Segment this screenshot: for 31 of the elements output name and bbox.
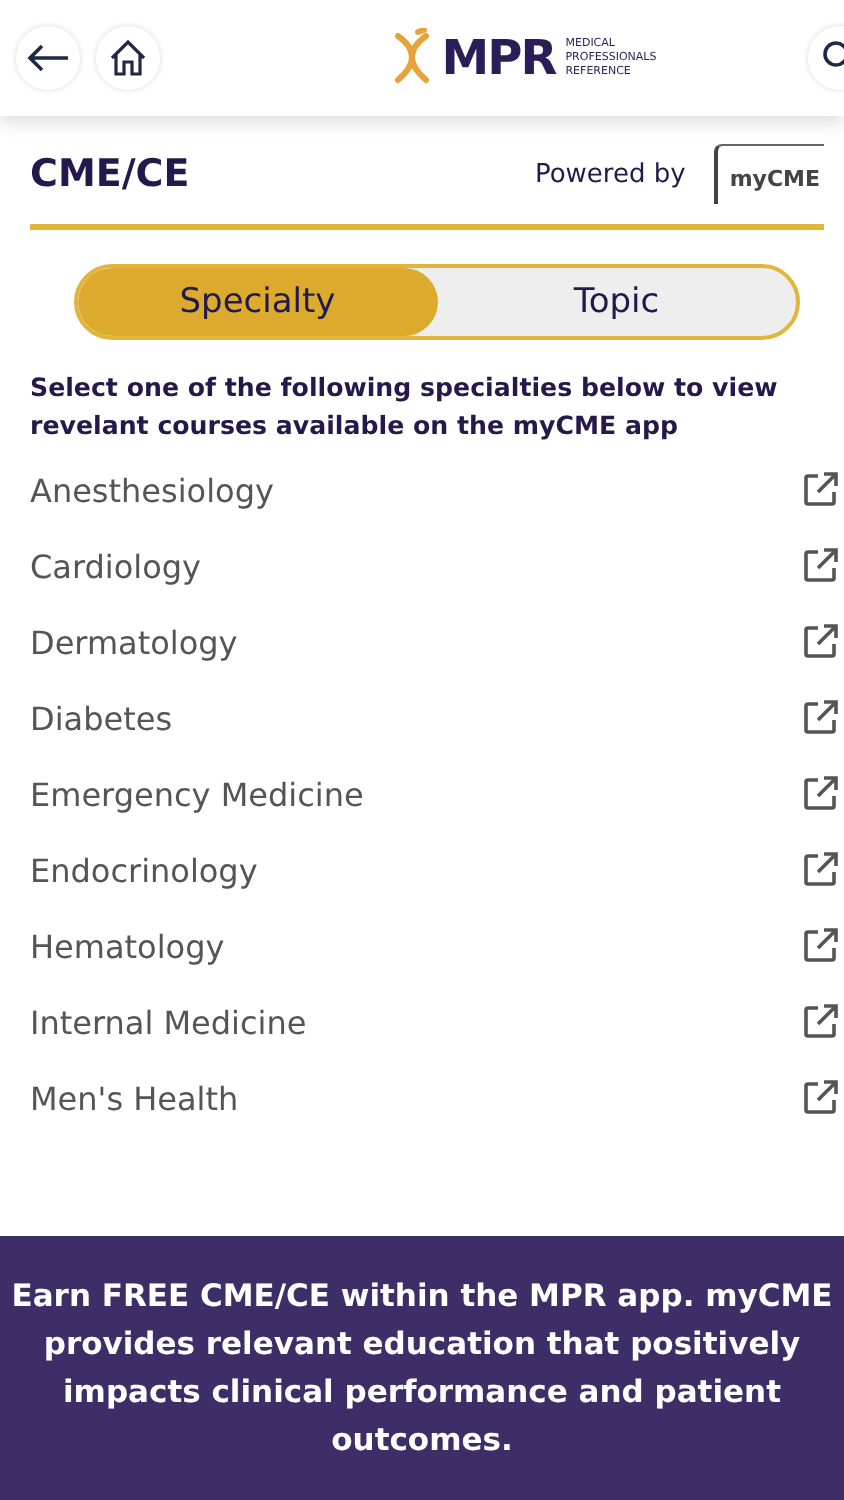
external-link-icon xyxy=(800,470,840,510)
external-link-icon xyxy=(800,850,840,890)
home-button[interactable] xyxy=(96,26,160,90)
external-link-icon xyxy=(800,698,840,738)
home-icon xyxy=(108,38,148,78)
specialty-link[interactable]: Hematology xyxy=(30,927,225,965)
helix-logo-icon xyxy=(391,28,432,88)
specialty-link[interactable]: Endocrinology xyxy=(30,851,258,889)
page-title: CME/CE xyxy=(30,152,190,196)
specialty-link[interactable]: Men's Health xyxy=(30,1079,239,1117)
specialty-link[interactable]: Internal Medicine xyxy=(30,1003,307,1041)
external-link-icon xyxy=(800,546,840,586)
specialty-link[interactable]: Emergency Medicine xyxy=(30,775,364,813)
powered-by-label: Powered by xyxy=(534,159,686,189)
specialty-link[interactable]: Cardiology xyxy=(30,547,202,585)
external-link-icon xyxy=(800,1078,840,1118)
external-link-icon xyxy=(800,1002,840,1042)
instructions-text: Select one of the following specialties below to view revelant courses available on the myCME app xyxy=(30,370,780,444)
back-button[interactable] xyxy=(16,26,80,90)
promo-text: Earn FREE CME/CE within the MPR app. myCME provides relevant education that positively impacts clinical performance and patient outcomes. xyxy=(9,1276,835,1462)
tab[interactable]: Topic xyxy=(437,268,796,336)
external-link-icon xyxy=(800,774,840,814)
logo-wordmark: MPR xyxy=(441,30,556,86)
partner-logo: myCME xyxy=(713,144,824,204)
external-link-icon xyxy=(800,926,840,966)
specialty-link[interactable]: Dermatology xyxy=(30,623,238,661)
specialty-link[interactable]: Diabetes xyxy=(30,699,173,737)
specialty-link[interactable]: Anesthesiology xyxy=(30,471,274,509)
back-arrow-icon xyxy=(26,42,70,74)
external-link-icon xyxy=(800,622,840,662)
tab[interactable]: Specialty xyxy=(78,268,437,336)
